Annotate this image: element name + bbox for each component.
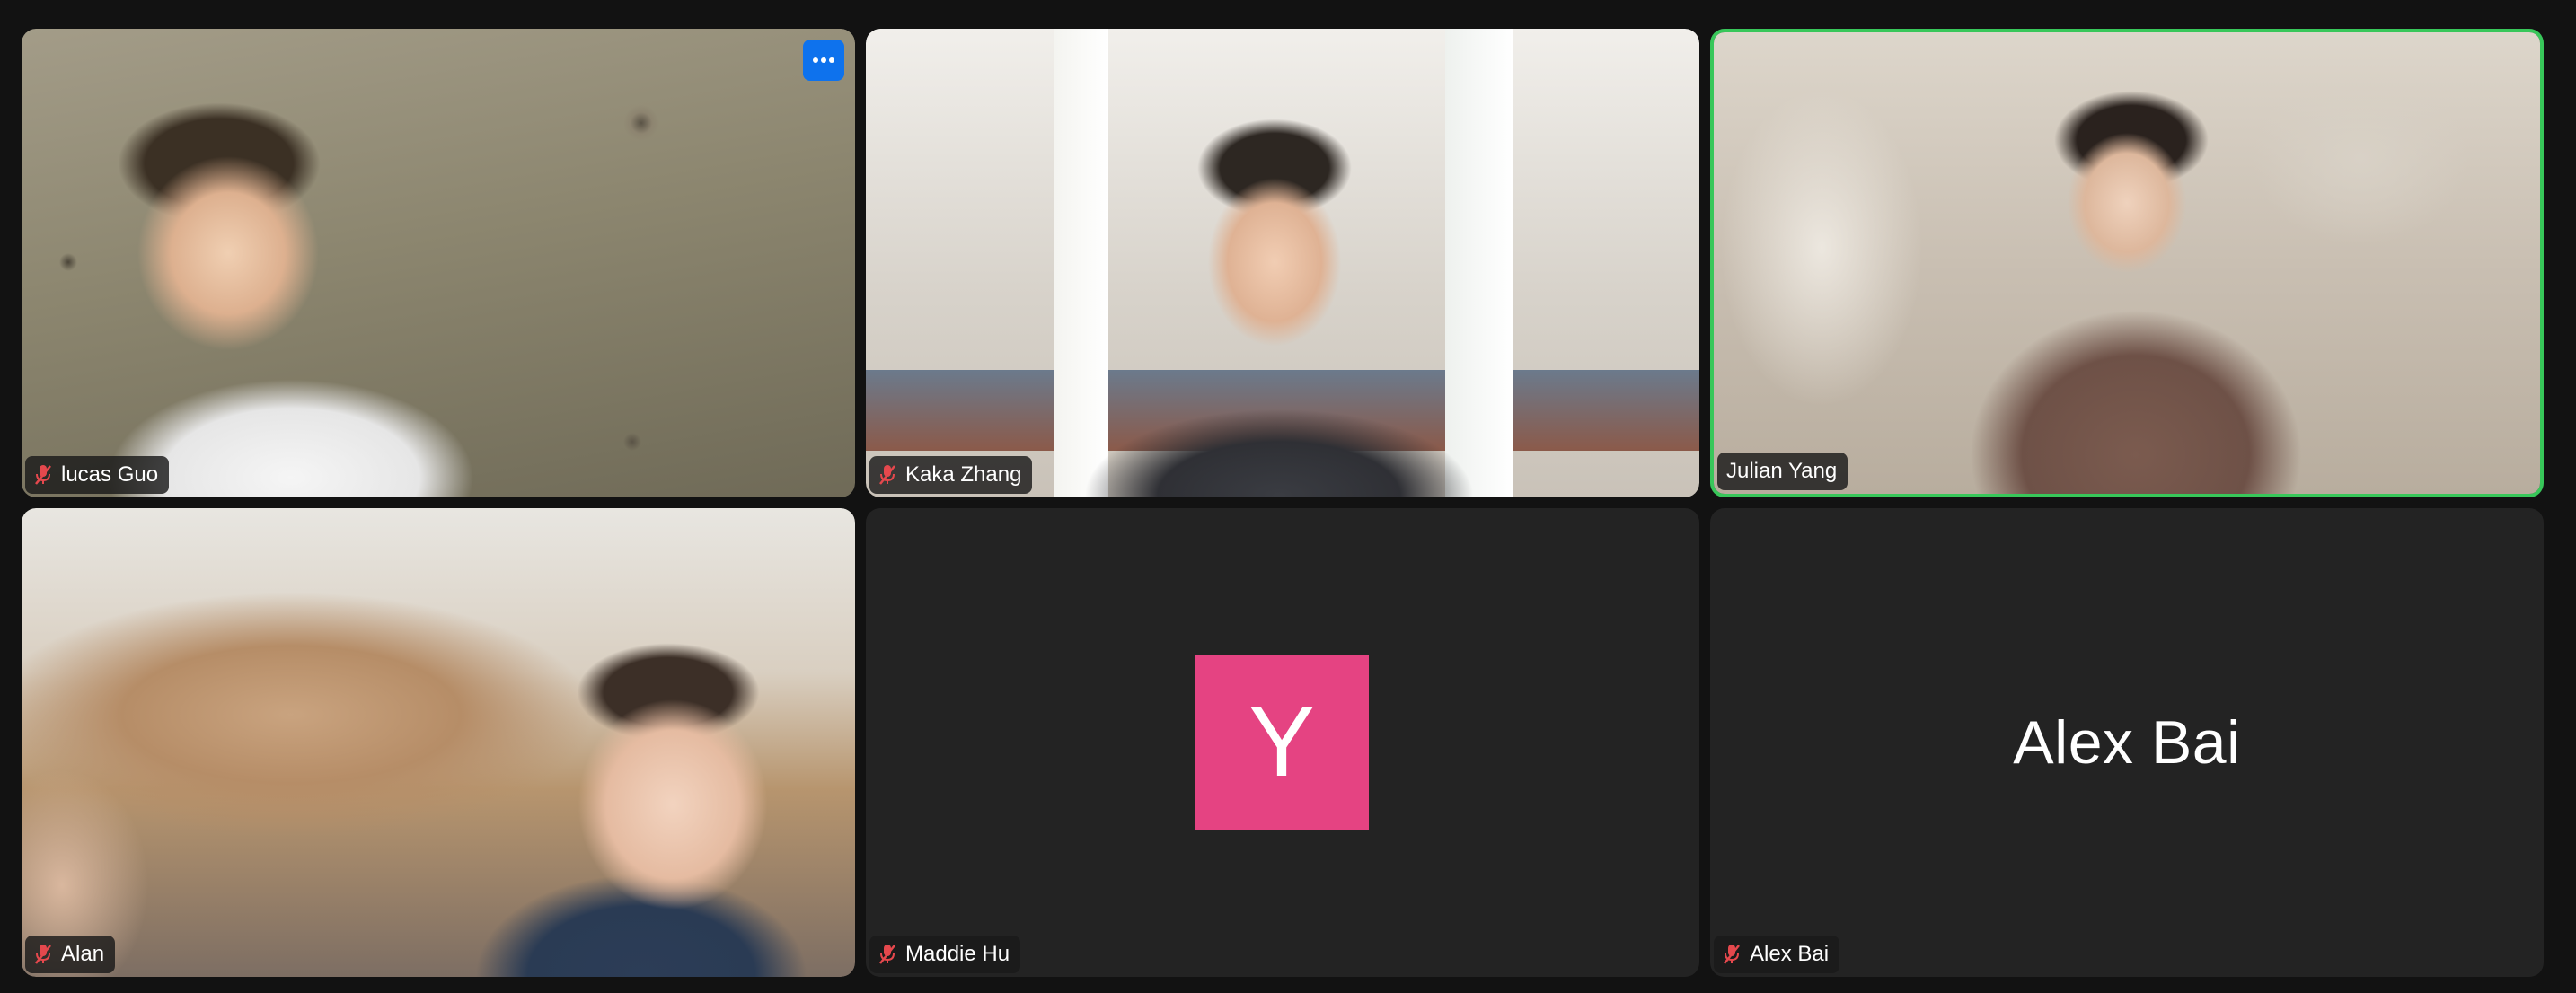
participant-tile-julian-yang[interactable]: Julian Yang (1710, 29, 2544, 497)
participant-tile-maddie-hu[interactable]: Y Maddie Hu (866, 508, 1699, 977)
participant-name-label: lucas Guo (25, 456, 170, 494)
mic-muted-icon (35, 465, 51, 485)
participant-name: Maddie Hu (905, 942, 1010, 966)
mic-muted-icon (879, 465, 895, 485)
mic-muted-icon (35, 945, 51, 964)
participant-name-label: Alex Bai (1714, 936, 1840, 973)
more-options-icon (813, 57, 834, 63)
mic-muted-icon (879, 945, 895, 964)
participant-name-label: Maddie Hu (869, 936, 1021, 973)
participant-tile-lucas-guo[interactable]: lucas Guo (22, 29, 855, 497)
mic-muted-icon (1724, 945, 1740, 964)
participant-name: lucas Guo (61, 462, 159, 487)
participant-tile-alex-bai[interactable]: Alex Bai Alex Bai (1710, 508, 2544, 977)
participant-name: Kaka Zhang (905, 462, 1022, 487)
participant-display-name: Alex Bai (2013, 708, 2241, 777)
more-options-button[interactable] (803, 40, 844, 81)
avatar: Y (1195, 655, 1369, 830)
participant-name: Julian Yang (1726, 459, 1838, 483)
participant-video (22, 29, 855, 497)
participant-name: Alex Bai (1750, 942, 1830, 966)
participant-tile-kaka-zhang[interactable]: Kaka Zhang (866, 29, 1699, 497)
participant-video (22, 508, 855, 977)
participant-name: Alan (61, 942, 105, 966)
participant-tile-alan[interactable]: Alan (22, 508, 855, 977)
gallery-view: lucas Guo Kaka Zhang Julian Yang Alan Y … (0, 0, 2576, 993)
participant-video (1714, 32, 2540, 494)
participant-name-label: Alan (25, 936, 116, 973)
participant-video (866, 29, 1699, 497)
participant-name-label: Julian Yang (1717, 453, 1848, 490)
avatar-letter: Y (1248, 687, 1315, 797)
participant-name-label: Kaka Zhang (869, 456, 1033, 494)
